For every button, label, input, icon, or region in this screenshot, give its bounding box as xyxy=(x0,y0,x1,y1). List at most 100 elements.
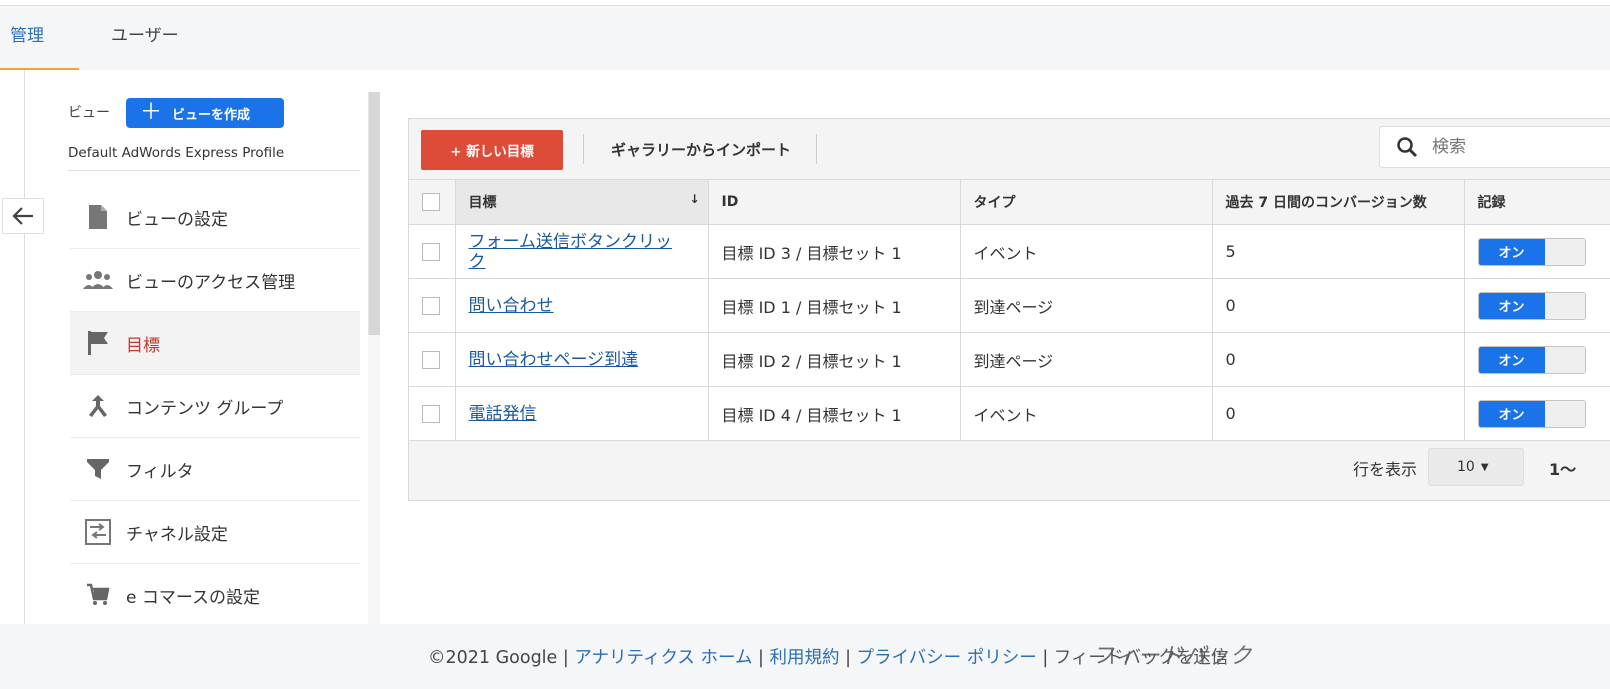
menu-item-content-groups[interactable]: コンテンツ グループ xyxy=(70,375,360,438)
table-header-row: 目標 ↓ ID タイプ 過去 7 日間のコンバージョン数 記録 xyxy=(409,179,1610,225)
table-row: フォーム送信ボタンクリック 目標 ID 3 / 目標セット 1 イベント 5 オ… xyxy=(409,224,1610,279)
footer-separator: | xyxy=(1036,648,1054,668)
record-toggle[interactable]: オン xyxy=(1477,291,1586,320)
col-goal[interactable]: 目標 ↓ xyxy=(455,179,709,225)
select-all-cell xyxy=(409,179,456,225)
new-goal-button[interactable]: + 新しい目標 xyxy=(421,130,563,170)
id-cell: 目標 ID 2 / 目標セット 1 xyxy=(708,332,961,387)
footer: ©2021 Google | アナリティクス ホーム | 利用規約 | プライバ… xyxy=(0,624,1610,689)
row-checkbox[interactable] xyxy=(422,405,440,424)
menu-label: 目標 xyxy=(126,335,160,356)
goal-cell: 電話発信 xyxy=(455,386,709,441)
col-type[interactable]: タイプ xyxy=(960,179,1213,225)
goal-cell: フォーム送信ボタンクリック xyxy=(455,224,709,279)
footer-separator: | xyxy=(557,648,575,668)
goal-cell: 問い合わせページ到達 xyxy=(455,332,709,387)
tab-admin[interactable]: 管理 xyxy=(0,6,79,70)
profile-name[interactable]: Default AdWords Express Profile xyxy=(68,145,284,161)
search-icon xyxy=(1397,137,1418,158)
menu-item-view-settings[interactable]: ビューの設定 xyxy=(70,186,360,249)
toggle-off-knob xyxy=(1544,292,1585,319)
document-icon xyxy=(70,204,126,230)
row-checkbox[interactable] xyxy=(422,243,440,262)
search-box[interactable] xyxy=(1379,126,1610,168)
id-cell: 目標 ID 4 / 目標セット 1 xyxy=(708,386,961,441)
menu-item-channel-settings[interactable]: チャネル設定 xyxy=(70,501,360,564)
left-rail xyxy=(24,70,25,624)
goals-table: 目標 ↓ ID タイプ 過去 7 日間のコンバージョン数 記録 フォーム送信ボタン… xyxy=(409,179,1610,441)
type-cell: イベント xyxy=(960,224,1213,279)
type-cell: イベント xyxy=(960,386,1213,441)
menu-label: フィルタ xyxy=(126,461,194,482)
col-conversions[interactable]: 過去 7 日間のコンバージョン数 xyxy=(1212,179,1465,225)
toolbar-divider xyxy=(816,134,817,164)
conversions-cell: 0 xyxy=(1212,386,1465,441)
scrollbar-thumb[interactable] xyxy=(368,92,380,335)
create-view-label: ビューを作成 xyxy=(172,107,251,123)
privacy-link[interactable]: プライバシー ポリシー xyxy=(857,648,1037,668)
pagination: 行を表示 10 ▼ 1〜 xyxy=(409,436,1610,500)
row-checkbox[interactable] xyxy=(422,351,440,370)
row-checkbox[interactable] xyxy=(422,297,440,316)
arrow-left-icon xyxy=(12,207,33,225)
col-goal-label: 目標 xyxy=(468,195,497,211)
row-select-cell xyxy=(409,278,456,333)
plus-icon: ＋ xyxy=(140,100,163,125)
conversions-cell: 0 xyxy=(1212,278,1465,333)
goal-link[interactable]: 電話発信 xyxy=(469,404,537,424)
channel-icon xyxy=(70,519,126,545)
id-cell: 目標 ID 3 / 目標セット 1 xyxy=(708,224,961,279)
type-cell: 到達ページ xyxy=(960,278,1213,333)
select-all-checkbox[interactable] xyxy=(422,193,440,211)
menu-item-filters[interactable]: フィルタ xyxy=(70,438,360,501)
page-range: 1〜 xyxy=(1549,460,1577,479)
goal-link[interactable]: 問い合わせ xyxy=(469,296,554,316)
goal-link[interactable]: フォーム送信ボタンクリック xyxy=(469,232,679,272)
toggle-on-label: オン xyxy=(1478,346,1545,373)
record-cell: オン xyxy=(1464,332,1610,387)
menu-label: チャネル設定 xyxy=(126,524,228,545)
record-toggle[interactable]: オン xyxy=(1477,345,1586,374)
footer-separator: | xyxy=(839,648,857,668)
rows-per-page-select[interactable]: 10 ▼ xyxy=(1428,448,1524,486)
feedback-handwritten-overlay: フィードバック xyxy=(1092,644,1253,669)
row-select-cell xyxy=(409,224,456,279)
menu-item-ecommerce[interactable]: e コマースの設定 xyxy=(70,564,360,627)
table-row: 問い合わせページ到達 目標 ID 2 / 目標セット 1 到達ページ 0 オン xyxy=(409,332,1610,387)
create-view-button[interactable]: ＋ ビューを作成 xyxy=(126,98,284,128)
record-toggle[interactable]: オン xyxy=(1477,237,1586,266)
menu-item-view-access[interactable]: ビューのアクセス管理 xyxy=(70,249,360,312)
toolbar-divider xyxy=(583,134,584,164)
toggle-off-knob xyxy=(1544,238,1585,265)
import-from-gallery-button[interactable]: ギャラリーからインポート xyxy=(611,139,791,160)
conversions-cell: 0 xyxy=(1212,332,1465,387)
cart-icon xyxy=(70,583,126,607)
filter-icon xyxy=(70,457,126,481)
back-button[interactable] xyxy=(2,198,44,234)
tab-user[interactable]: ユーザー xyxy=(111,6,179,70)
col-record[interactable]: 記録 xyxy=(1464,179,1610,225)
toggle-on-label: オン xyxy=(1478,238,1545,265)
merge-icon xyxy=(70,393,126,419)
menu-item-goals[interactable]: 目標 xyxy=(70,312,360,375)
view-menu: ビューの設定 ビューのアクセス管理 目標 コンテンツ グループ フィルタ チャネ… xyxy=(70,186,360,627)
col-id[interactable]: ID xyxy=(708,179,961,225)
toggle-off-knob xyxy=(1544,346,1585,373)
goal-link[interactable]: 問い合わせページ到達 xyxy=(469,350,639,370)
goal-cell: 問い合わせ xyxy=(455,278,709,333)
record-cell: オン xyxy=(1464,224,1610,279)
tab-bar: 管理 ユーザー xyxy=(0,6,1610,70)
analytics-home-link[interactable]: アナリティクス ホーム xyxy=(574,648,752,668)
sort-down-icon: ↓ xyxy=(689,192,700,206)
flag-icon xyxy=(70,330,126,356)
conversions-cell: 5 xyxy=(1212,224,1465,279)
type-cell: 到達ページ xyxy=(960,332,1213,387)
record-toggle[interactable]: オン xyxy=(1477,399,1586,428)
caret-down-icon: ▼ xyxy=(1480,461,1489,473)
search-input[interactable] xyxy=(1432,137,1582,157)
rows-per-page-value: 10 xyxy=(1457,459,1475,475)
menu-label: ビューのアクセス管理 xyxy=(126,272,296,293)
footer-separator: | xyxy=(752,648,770,668)
terms-link[interactable]: 利用規約 xyxy=(770,648,840,668)
divider xyxy=(68,170,360,171)
